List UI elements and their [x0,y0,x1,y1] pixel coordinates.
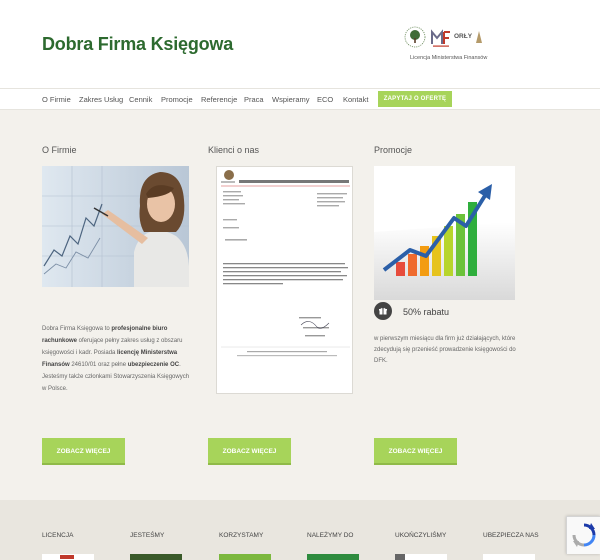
tree-badge-icon [404,26,426,48]
ministry-badge-icon [431,29,450,47]
nav-item-wspieramy[interactable]: Wspieramy [272,95,310,104]
footer-title-ubezpiecza: UBEZPIECZA NAS [483,532,539,539]
promo-description: w pierwszym miesiącu dla firm już działa… [374,336,516,364]
nav-item-eco[interactable]: ECO [317,95,333,104]
nav-item-praca[interactable]: Praca [244,95,264,104]
footer-title-licencja: LICENCJA [42,532,74,539]
ask-offer-button[interactable]: ZAPYTAJ O OFERTĘ [378,91,452,107]
footer-title-jestesmy: JESTEŚMY [130,532,165,539]
gift-icon [379,307,387,315]
footer-logo-korzystamy[interactable] [219,554,271,560]
about-text-part: Dobra Firma Księgowa to [42,326,112,332]
footer-logo-mark [395,554,405,560]
footer-logo-jestesmy[interactable] [130,554,182,560]
nav-item-kontakt[interactable]: Kontakt [343,95,368,104]
nav-item-zakres-uslug[interactable]: Zakres Usług [79,95,123,104]
main-nav: O Firmie Zakres Usług Cennik Promocje Re… [0,88,600,110]
header: Dobra Firma Księgowa ORŁY Licencja Minis… [0,0,600,88]
promo-growth-image [374,166,515,300]
footer-logo-ukonczylismy[interactable] [395,554,447,560]
footer-logo-nalezymy[interactable] [307,554,359,560]
about-photo [42,166,189,287]
footer [0,500,600,560]
footer-title-nalezymy: NALEŻYMY DO [307,532,354,539]
gift-badge [374,302,392,320]
license-caption: Licencja Ministerstwa Finansów [410,55,488,61]
promo-headline: 50% rabatu [403,307,450,317]
nav-item-promocje[interactable]: Promocje [161,95,193,104]
woman-chart-illustration [42,166,189,287]
about-text-bold: ubezpieczenie OC [127,362,180,368]
about-title: O Firmie [42,145,77,155]
promo-more-button[interactable]: ZOBACZ WIĘCEJ [374,438,457,465]
reference-letter-image [217,167,352,393]
nav-item-referencje[interactable]: Referencje [201,95,237,104]
site-logo[interactable]: Dobra Firma Księgowa [42,34,233,55]
footer-logo-ubezpiecza[interactable] [483,554,535,560]
nav-item-o-firmie[interactable]: O Firmie [42,95,71,104]
orly-badge-text: ORŁY [454,33,473,40]
about-text-part: 24610/01 oraz pełne [69,362,128,368]
growth-bars-illustration [374,166,515,300]
nav-item-cennik[interactable]: Cennik [129,95,152,104]
recaptcha-badge[interactable] [566,516,600,554]
footer-title-korzystamy: KORZYSTAMY [219,532,264,539]
about-more-button[interactable]: ZOBACZ WIĘCEJ [42,438,125,465]
recaptcha-icon [572,523,596,547]
promo-title: Promocje [374,145,413,155]
clients-more-button[interactable]: ZOBACZ WIĘCEJ [208,438,291,465]
footer-title-ukonczylismy: UKOŃCZYLIŚMY [395,532,447,539]
footer-logo-licencja[interactable] [42,554,94,560]
about-description: Dobra Firma Księgowa to profesjonalne bi… [42,323,190,395]
footer-logo-mark [60,555,74,559]
clients-title: Klienci o nas [208,145,260,155]
reference-letter[interactable] [216,166,353,394]
